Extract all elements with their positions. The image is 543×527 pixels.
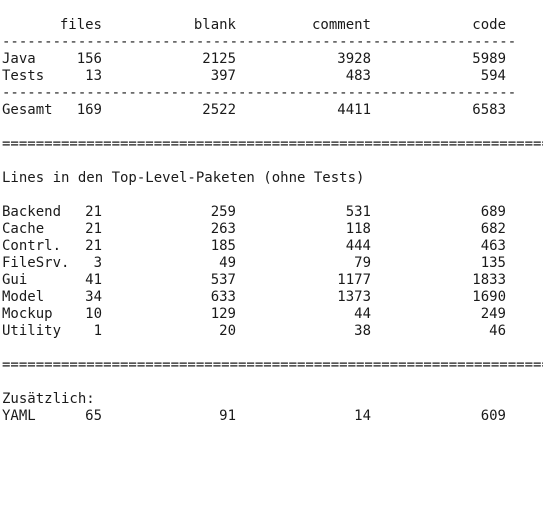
row-comment: 118 xyxy=(345,221,371,237)
row-name: Backend xyxy=(2,204,62,220)
row-name: Utility xyxy=(2,323,62,339)
row-comment: 531 xyxy=(345,204,371,220)
header-blank: blank xyxy=(193,17,236,33)
row-files: 21 xyxy=(85,238,102,254)
row-blank: 185 xyxy=(210,238,236,254)
row-blank: 91 xyxy=(219,408,236,424)
row-code: 689 xyxy=(480,204,506,220)
header-files: files xyxy=(59,17,102,33)
row-name: Contrl. xyxy=(2,238,62,254)
row-files: 169 xyxy=(76,102,102,118)
extra-heading: Zusätzlich: xyxy=(2,391,95,407)
row-comment: 38 xyxy=(354,323,371,339)
row-name: Tests xyxy=(2,68,45,84)
row-code: 135 xyxy=(480,255,506,271)
code-statistics-report: files blank comment code ---------------… xyxy=(0,0,543,461)
row-blank: 633 xyxy=(210,289,236,305)
row-comment: 3928 xyxy=(337,51,371,67)
row-name: Gui xyxy=(2,272,28,288)
row-comment: 4411 xyxy=(337,102,371,118)
row-files: 65 xyxy=(85,408,102,424)
table-row: YAML 65 91 14 609 xyxy=(0,408,543,425)
equals-separator: ========================================… xyxy=(2,357,543,373)
row-comment: 483 xyxy=(345,68,371,84)
row-name: Gesamt xyxy=(2,102,53,118)
row-name: YAML xyxy=(2,408,36,424)
table-row: Contrl. 21 185 444 463 xyxy=(0,238,543,255)
table-row: Tests 13 397 483 594 xyxy=(0,68,543,85)
row-comment: 14 xyxy=(354,408,371,424)
column-header: files blank comment code xyxy=(0,17,543,34)
row-files: 41 xyxy=(85,272,102,288)
dash-separator: ----------------------------------------… xyxy=(2,85,517,101)
row-files: 21 xyxy=(85,204,102,220)
row-files: 1 xyxy=(93,323,102,339)
equals-separator: ========================================… xyxy=(2,136,543,152)
row-name: Mockup xyxy=(2,306,53,322)
row-code: 682 xyxy=(480,221,506,237)
row-files: 13 xyxy=(85,68,102,84)
row-blank: 2125 xyxy=(202,51,236,67)
row-files: 156 xyxy=(76,51,102,67)
row-blank: 2522 xyxy=(202,102,236,118)
total-row: Gesamt 169 2522 4411 6583 xyxy=(0,102,543,119)
row-blank: 537 xyxy=(210,272,236,288)
table-row: Mockup 10 129 44 249 xyxy=(0,306,543,323)
table-row: Java 156 2125 3928 5989 xyxy=(0,51,543,68)
header-comment: comment xyxy=(311,17,371,33)
row-blank: 259 xyxy=(210,204,236,220)
row-files: 10 xyxy=(85,306,102,322)
row-blank: 129 xyxy=(210,306,236,322)
row-code: 249 xyxy=(480,306,506,322)
packages-heading: Lines in den Top-Level-Paketen (ohne Tes… xyxy=(2,170,365,186)
row-code: 1833 xyxy=(472,272,506,288)
row-comment: 444 xyxy=(345,238,371,254)
row-name: Java xyxy=(2,51,36,67)
table-row: FileSrv. 3 49 79 135 xyxy=(0,255,543,272)
table-row: Backend 21 259 531 689 xyxy=(0,204,543,221)
row-comment: 44 xyxy=(354,306,371,322)
row-code: 5989 xyxy=(472,51,506,67)
row-blank: 49 xyxy=(219,255,236,271)
row-blank: 20 xyxy=(219,323,236,339)
row-files: 34 xyxy=(85,289,102,305)
table-row: Cache 21 263 118 682 xyxy=(0,221,543,238)
table-row: Utility 1 20 38 46 xyxy=(0,323,543,340)
row-comment: 1177 xyxy=(337,272,371,288)
header-code: code xyxy=(472,17,506,33)
row-blank: 397 xyxy=(210,68,236,84)
row-files: 3 xyxy=(93,255,102,271)
row-name: FileSrv. xyxy=(2,255,70,271)
row-code: 609 xyxy=(480,408,506,424)
row-code: 6583 xyxy=(472,102,506,118)
row-code: 463 xyxy=(480,238,506,254)
row-name: Cache xyxy=(2,221,45,237)
row-comment: 1373 xyxy=(337,289,371,305)
row-blank: 263 xyxy=(210,221,236,237)
row-comment: 79 xyxy=(354,255,371,271)
table-row: Gui 41 537 1177 1833 xyxy=(0,272,543,289)
row-files: 21 xyxy=(85,221,102,237)
row-code: 46 xyxy=(489,323,506,339)
table-row: Model 34 633 1373 1690 xyxy=(0,289,543,306)
row-name: Model xyxy=(2,289,45,305)
dash-separator: ----------------------------------------… xyxy=(2,34,517,50)
row-code: 1690 xyxy=(472,289,506,305)
row-code: 594 xyxy=(480,68,506,84)
